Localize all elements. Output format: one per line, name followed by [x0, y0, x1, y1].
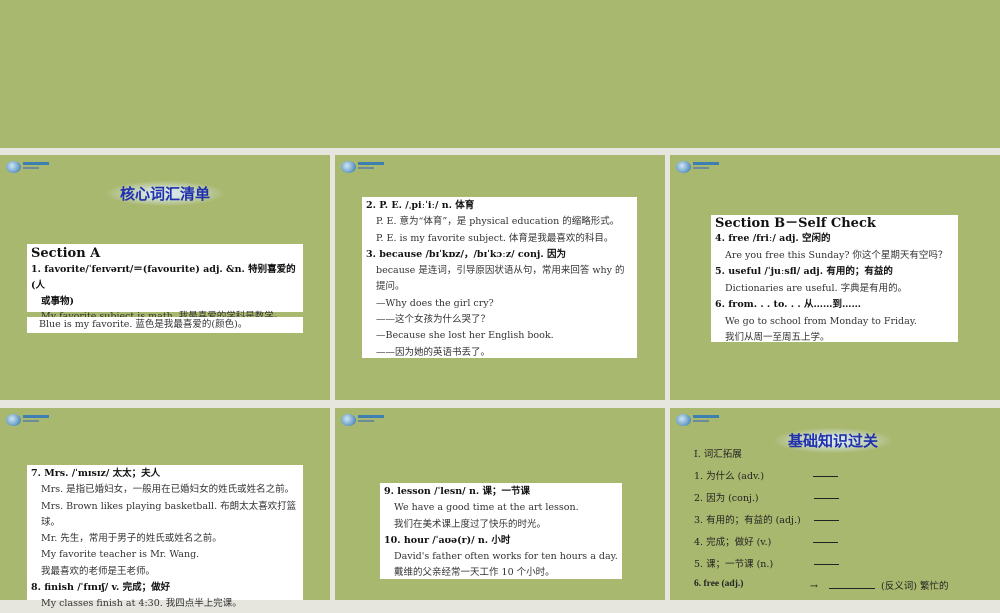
slide-3[interactable]: Section B－Self Check 4. free /friː/ adj.…: [670, 155, 1000, 400]
vocab-box: 7. Mrs. /ˈmɪsɪz/ 太太；夫人 Mrs. 是指已婚妇女，一般用在已…: [27, 465, 303, 609]
entry-line: We have a good time at the art lesson.: [394, 502, 579, 514]
section-heading: Section A: [31, 246, 101, 261]
logo-icon: [6, 161, 49, 173]
logo-icon: [341, 161, 384, 173]
entry-line: P. E. is my favorite subject. 体育是我最喜欢的科目…: [376, 232, 614, 244]
logo-icon: [6, 414, 49, 426]
entry-line: 10. hour /ˈaʊə(r)/ n. 小时: [384, 534, 511, 546]
example-box: Blue is my favorite. 蓝色是我最喜爱的(颜色)。: [27, 317, 303, 333]
entry-line: 我们在美术课上度过了快乐的时光。: [394, 518, 547, 530]
answer-blank[interactable]: [813, 468, 838, 480]
answer-blank[interactable]: [829, 580, 875, 589]
entry-line: 提问。: [376, 281, 405, 293]
entry-line: 我最喜欢的老师是王老师。: [41, 565, 156, 577]
exercise-item: 2. 因为 (conj.): [694, 490, 759, 504]
item-label: 6. free (adj.): [694, 579, 744, 589]
antonym-hint: (反义词) 繁忙的: [881, 581, 949, 592]
section-heading: Section B－Self Check: [715, 216, 876, 231]
slide-title: 核心词汇清单: [106, 181, 225, 206]
slide-5[interactable]: 9. lesson /ˈlesn/ n. 课；一节课 We have a goo…: [335, 408, 665, 600]
entry-line: 1. favorite/ˈfeɪvərɪt/＝(favourite) adj. …: [31, 264, 296, 292]
item-label: 3. 有用的；有益的 (adj.): [694, 515, 801, 526]
entry-line: My favorite teacher is Mr. Wang.: [41, 549, 200, 561]
item-label: 4. 完成；做好 (v.): [694, 537, 772, 548]
item-label: 2. 因为 (conj.): [694, 493, 759, 504]
entry-line: because 是连词，引导原因状语从句，常用来回答 why 的: [376, 265, 625, 277]
exercise-item: 1. 为什么 (adv.): [694, 468, 764, 482]
entry-line: 戴维的父亲经常一天工作 10 个小时。: [394, 567, 555, 579]
logo-icon: [676, 414, 719, 426]
entry-line: 4. free /friː/ adj. 空闲的: [715, 233, 831, 244]
slide-1[interactable]: 核心词汇清单 Section A 1. favorite/ˈfeɪvərɪt/＝…: [0, 155, 330, 400]
slide-2[interactable]: 2. P. E. /ˌpiːˈiː/ n. 体育 P. E. 意为“体育”，是 …: [335, 155, 665, 400]
exercise-item: 6. free (adj.): [694, 578, 743, 589]
entry-line: 3. because /bɪˈkɒz/，/bɪˈkɔːz/ conj. 因为: [366, 248, 566, 260]
entry-line: Are you free this Sunday? 你这个星期天有空吗？: [725, 249, 948, 261]
entry-line: Dictionaries are useful. 字典是有用的。: [725, 282, 908, 294]
entry-line: —Because she lost her English book.: [376, 330, 554, 342]
entry-line: Mrs. Brown likes playing basketball. 布朗太…: [41, 500, 297, 528]
slide-6[interactable]: 基础知识过关 I. 词汇拓展 1. 为什么 (adv.) 2. 因为 (conj…: [670, 408, 1000, 600]
slide-title: 基础知识过关: [774, 428, 893, 453]
logo-icon: [341, 414, 384, 426]
answer-blank[interactable]: [814, 512, 839, 524]
vocab-box: 9. lesson /ˈlesn/ n. 课；一节课 We have a goo…: [380, 483, 622, 579]
entry-line: My classes finish at 4:30. 我四点半上完课。: [41, 598, 242, 610]
entry-line: David's father often works for ten hours…: [394, 551, 618, 563]
exercise-item: 3. 有用的；有益的 (adj.): [694, 512, 801, 526]
entry-line: 8. finish /ˈfɪnɪʃ/ v. 完成；做好: [31, 582, 171, 594]
entry-line: 6. from. . . to. . . 从……到……: [715, 299, 861, 310]
entry-line: 9. lesson /ˈlesn/ n. 课；一节课: [384, 486, 530, 497]
vocab-box: 2. P. E. /ˌpiːˈiː/ n. 体育 P. E. 意为“体育”，是 …: [362, 197, 637, 358]
entry-line: We go to school from Monday to Friday.: [725, 315, 917, 327]
exercise-heading: I. 词汇拓展: [694, 449, 742, 460]
entry-line: 5. useful /ˈjuːsfl/ adj. 有用的；有益的: [715, 266, 893, 277]
arrow-icon: →: [810, 581, 818, 592]
entry-line: 我们从周一至周五上学。: [725, 332, 830, 343]
entry-line: ——因为她的英语书丢了。: [376, 346, 491, 358]
entry-line: P. E. 意为“体育”，是 physical education 的缩略形式。: [376, 216, 620, 228]
antonym-row: → (反义词) 繁忙的: [810, 578, 948, 592]
exercise-item: 5. 课；一节课 (n.): [694, 556, 773, 570]
entry-line: 2. P. E. /ˌpiːˈiː/ n. 体育: [366, 200, 475, 211]
top-slide: [0, 0, 1000, 148]
entry-line: ——这个女孩为什么哭了？: [376, 314, 491, 326]
answer-blank[interactable]: [814, 556, 839, 568]
answer-blank[interactable]: [813, 534, 838, 546]
vocab-box: Section A 1. favorite/ˈfeɪvərɪt/＝(favour…: [27, 244, 303, 322]
vocab-box: Section B－Self Check 4. free /friː/ adj.…: [711, 215, 958, 343]
entry-line: 或事物): [41, 295, 74, 307]
entry-line: Mrs. 是指已婚妇女，一般用在已婚妇女的姓氏或姓名之前。: [41, 484, 295, 496]
exercise-item: 4. 完成；做好 (v.): [694, 534, 771, 548]
logo-icon: [676, 161, 719, 173]
slide-4[interactable]: 7. Mrs. /ˈmɪsɪz/ 太太；夫人 Mrs. 是指已婚妇女，一般用在已…: [0, 408, 330, 609]
item-label: 1. 为什么 (adv.): [694, 471, 765, 482]
item-label: 5. 课；一节课 (n.): [694, 559, 774, 570]
answer-blank[interactable]: [814, 490, 839, 502]
entry-line: Mr. 先生，常用于男子的姓氏或姓名之前。: [41, 533, 222, 545]
entry-line: —Why does the girl cry?: [376, 297, 494, 309]
entry-line: 7. Mrs. /ˈmɪsɪz/ 太太；夫人: [31, 468, 161, 479]
